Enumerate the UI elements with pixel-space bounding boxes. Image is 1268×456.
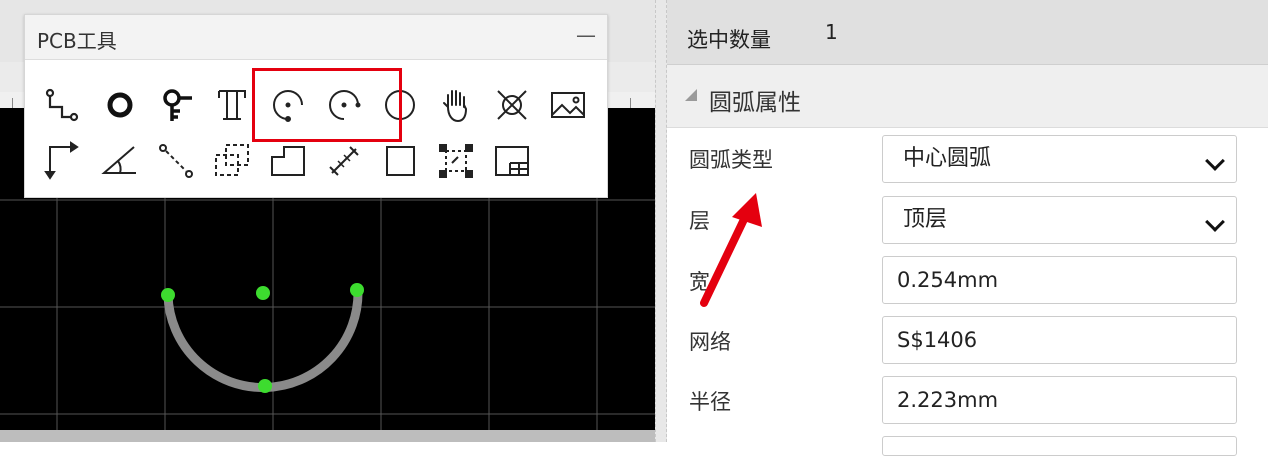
arc-start-icon[interactable] bbox=[268, 85, 308, 125]
selection-count-value: 1 bbox=[825, 20, 838, 44]
arc-track bbox=[163, 285, 363, 393]
radius-label: 半径 bbox=[689, 390, 731, 414]
copper-area-icon[interactable] bbox=[212, 141, 252, 181]
pad-icon[interactable] bbox=[100, 85, 140, 125]
snap-icon[interactable] bbox=[436, 141, 476, 181]
collapse-triangle-icon[interactable] bbox=[685, 89, 697, 101]
angle-icon[interactable] bbox=[100, 141, 140, 181]
hand-icon[interactable] bbox=[436, 85, 476, 125]
annotation-arrow bbox=[700, 193, 762, 307]
panel-header[interactable]: PCB工具 — bbox=[25, 15, 607, 60]
text-icon[interactable] bbox=[212, 85, 252, 125]
net-label: 网络 bbox=[689, 330, 731, 354]
via-icon[interactable] bbox=[156, 85, 196, 125]
next-property-input[interactable] bbox=[882, 436, 1237, 456]
chevron-down-icon bbox=[1205, 151, 1225, 171]
arc-center-handle bbox=[256, 286, 270, 300]
arc-type-select[interactable]: 中心圆弧 bbox=[882, 135, 1237, 183]
minimize-button[interactable]: — bbox=[575, 23, 597, 47]
arc-mid-handle bbox=[258, 379, 272, 393]
chevron-down-icon bbox=[1205, 212, 1225, 232]
track-icon[interactable] bbox=[42, 85, 82, 125]
connect-pad-icon[interactable] bbox=[156, 141, 196, 181]
horizontal-scrollbar[interactable] bbox=[0, 430, 655, 442]
pcb-editor-area: PCB工具 — bbox=[0, 0, 655, 442]
circle-icon[interactable] bbox=[380, 85, 420, 125]
selection-count-row: 选中数量 1 bbox=[667, 0, 1268, 65]
arc-properties-header[interactable]: 圆弧属性 bbox=[667, 65, 1268, 128]
panel-splitter[interactable] bbox=[655, 0, 667, 442]
image-icon[interactable] bbox=[548, 85, 588, 125]
net-input[interactable]: S$1406 bbox=[882, 316, 1237, 364]
arc-center-icon[interactable] bbox=[324, 85, 364, 125]
arc-type-label: 圆弧类型 bbox=[689, 148, 773, 172]
measure-icon[interactable] bbox=[324, 141, 364, 181]
rectangle-icon[interactable] bbox=[380, 141, 420, 181]
width-input[interactable]: 0.254mm bbox=[882, 256, 1237, 304]
panel-title: PCB工具 bbox=[37, 29, 117, 53]
arc-end-handle bbox=[350, 283, 364, 297]
layer-value: 顶层 bbox=[903, 207, 948, 232]
layer-select[interactable]: 顶层 bbox=[882, 196, 1237, 244]
board-outline-icon[interactable] bbox=[492, 141, 532, 181]
no-connect-icon[interactable] bbox=[492, 85, 532, 125]
pcb-tool-panel: PCB工具 — bbox=[24, 14, 608, 198]
arc-type-value: 中心圆弧 bbox=[903, 146, 992, 171]
solid-region-icon[interactable] bbox=[268, 141, 308, 181]
selection-count-label: 选中数量 bbox=[687, 28, 771, 52]
arc-properties-title: 圆弧属性 bbox=[709, 90, 801, 116]
arc-start-handle bbox=[161, 288, 175, 302]
radius-input[interactable]: 2.223mm bbox=[882, 376, 1237, 424]
dimension-icon[interactable] bbox=[42, 141, 82, 181]
